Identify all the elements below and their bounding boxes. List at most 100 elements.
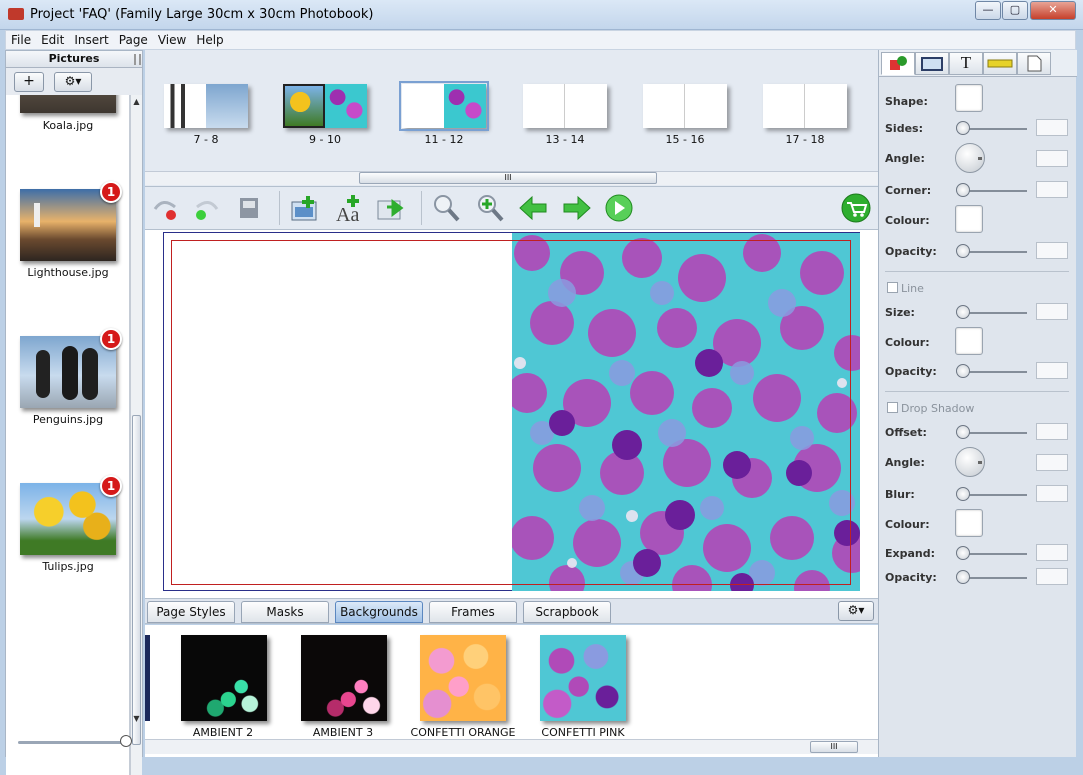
add-page-icon[interactable] [375, 193, 407, 223]
menu-page[interactable]: Page [114, 31, 153, 47]
spread-thumbnail[interactable] [523, 84, 607, 128]
previous-page-icon[interactable] [517, 193, 549, 223]
slider-knob[interactable] [956, 121, 970, 135]
slider-knob[interactable] [120, 735, 132, 747]
page-spread[interactable] [163, 232, 860, 591]
line-size-value[interactable] [1036, 303, 1068, 320]
scroll-up-icon[interactable]: ▲ [131, 97, 142, 109]
line-size-slider[interactable] [963, 312, 1027, 314]
angle-value[interactable] [1036, 150, 1068, 167]
tab-masks[interactable]: Masks [241, 601, 329, 623]
picture-name: Koala.jpg [42, 119, 94, 132]
spread-thumbnail[interactable] [763, 84, 847, 128]
ambient-2-thumbnail[interactable] [181, 635, 267, 721]
panel-grip-icon[interactable] [134, 54, 141, 65]
gallery-scrollbar[interactable]: III [145, 739, 878, 754]
thumbnail-size-slider[interactable] [18, 741, 130, 744]
frame-tab-icon[interactable] [915, 52, 949, 75]
tab-frames[interactable]: Frames [429, 601, 517, 623]
save-page-icon[interactable] [233, 193, 265, 223]
zoom-out-icon[interactable] [431, 193, 463, 223]
spread-thumbnail-selected[interactable] [399, 81, 489, 131]
menu-file[interactable]: File [6, 31, 36, 47]
close-button[interactable]: ✕ [1030, 1, 1076, 20]
scrollbar-thumb[interactable] [132, 415, 141, 745]
line-checkbox[interactable] [887, 282, 898, 293]
spread-thumbnail[interactable] [164, 84, 248, 128]
tab-scrapbook[interactable]: Scrapbook [523, 601, 611, 623]
page-thumb [402, 84, 444, 128]
tab-backgrounds[interactable]: Backgrounds [335, 601, 423, 623]
corner-slider[interactable] [963, 190, 1027, 192]
menu-view[interactable]: View [153, 31, 191, 47]
page-strip-scrollbar[interactable]: III [145, 171, 878, 185]
slider-knob[interactable] [956, 183, 970, 197]
scrollbar-thumb[interactable]: III [810, 741, 858, 753]
confetti-orange-thumbnail[interactable] [420, 635, 506, 721]
play-preview-icon[interactable] [603, 193, 635, 223]
shopping-cart-icon[interactable] [840, 193, 872, 223]
add-text-icon[interactable]: Aa [333, 193, 365, 226]
shadow-angle-value[interactable] [1036, 454, 1068, 471]
redo-icon[interactable] [191, 193, 223, 223]
spread-label: 17 - 18 [785, 133, 825, 146]
slider-knob[interactable] [956, 364, 970, 378]
scrollbar-thumb[interactable]: III [359, 172, 657, 184]
next-page-icon[interactable] [561, 193, 593, 223]
drop-shadow-checkbox[interactable] [887, 402, 898, 413]
undo-icon[interactable] [149, 193, 181, 223]
blur-slider[interactable] [963, 494, 1027, 496]
slider-knob[interactable] [956, 305, 970, 319]
offset-slider[interactable] [963, 432, 1027, 434]
shape-picker[interactable] [955, 84, 983, 112]
shadow-opacity-value[interactable] [1036, 568, 1068, 585]
maximize-button[interactable]: ▢ [1002, 1, 1028, 20]
ambient-3-thumbnail[interactable] [301, 635, 387, 721]
pictures-gear-button[interactable]: ⚙▾ [54, 72, 92, 92]
page-canvas[interactable] [145, 230, 878, 598]
expand-label: Expand: [885, 547, 936, 560]
line-opacity-value[interactable] [1036, 362, 1068, 379]
opacity-value[interactable] [1036, 242, 1068, 259]
opacity-slider[interactable] [963, 251, 1027, 253]
expand-slider[interactable] [963, 553, 1027, 555]
offset-value[interactable] [1036, 423, 1068, 440]
tab-page-styles[interactable]: Page Styles [147, 601, 235, 623]
shadow-angle-dial[interactable] [955, 447, 985, 477]
pictures-scrollbar[interactable]: ▲ ▼ [130, 95, 142, 775]
add-picture-icon[interactable] [289, 193, 321, 223]
line-colour-swatch[interactable] [955, 327, 983, 355]
scroll-down-icon[interactable]: ▼ [131, 714, 142, 726]
add-picture-button[interactable]: + [14, 72, 44, 92]
menu-help[interactable]: Help [191, 31, 228, 47]
page-strip: 7 - 8 9 - 10 11 - 12 13 - 14 15 - 16 17 … [145, 50, 878, 187]
menu-insert[interactable]: Insert [69, 31, 113, 47]
shadow-opacity-slider[interactable] [963, 577, 1027, 579]
slider-knob[interactable] [956, 546, 970, 560]
zoom-in-icon[interactable] [475, 193, 507, 223]
page-tab-icon[interactable] [1017, 52, 1051, 75]
menu-edit[interactable]: Edit [36, 31, 69, 47]
angle-dial[interactable] [955, 143, 985, 173]
sides-slider[interactable] [963, 128, 1027, 130]
confetti-pink-thumbnail[interactable] [540, 635, 626, 721]
expand-value[interactable] [1036, 544, 1068, 561]
sides-value[interactable] [1036, 119, 1068, 136]
slider-knob[interactable] [956, 487, 970, 501]
fill-colour-swatch[interactable] [955, 205, 983, 233]
text-tab-icon[interactable]: T [949, 52, 983, 75]
spread-label: 11 - 12 [424, 133, 464, 146]
shadow-colour-swatch[interactable] [955, 509, 983, 537]
slider-knob[interactable] [956, 244, 970, 258]
slider-knob[interactable] [956, 425, 970, 439]
blur-value[interactable] [1036, 485, 1068, 502]
minimize-button[interactable]: — [975, 1, 1001, 20]
spread-thumbnail[interactable] [283, 84, 367, 128]
ruler-tab-icon[interactable] [983, 52, 1017, 75]
slider-knob[interactable] [956, 570, 970, 584]
corner-value[interactable] [1036, 181, 1068, 198]
line-opacity-slider[interactable] [963, 371, 1027, 373]
library-gear-button[interactable]: ⚙▾ [838, 601, 874, 621]
spread-thumbnail[interactable] [643, 84, 727, 128]
shape-tab-icon[interactable] [881, 52, 915, 75]
